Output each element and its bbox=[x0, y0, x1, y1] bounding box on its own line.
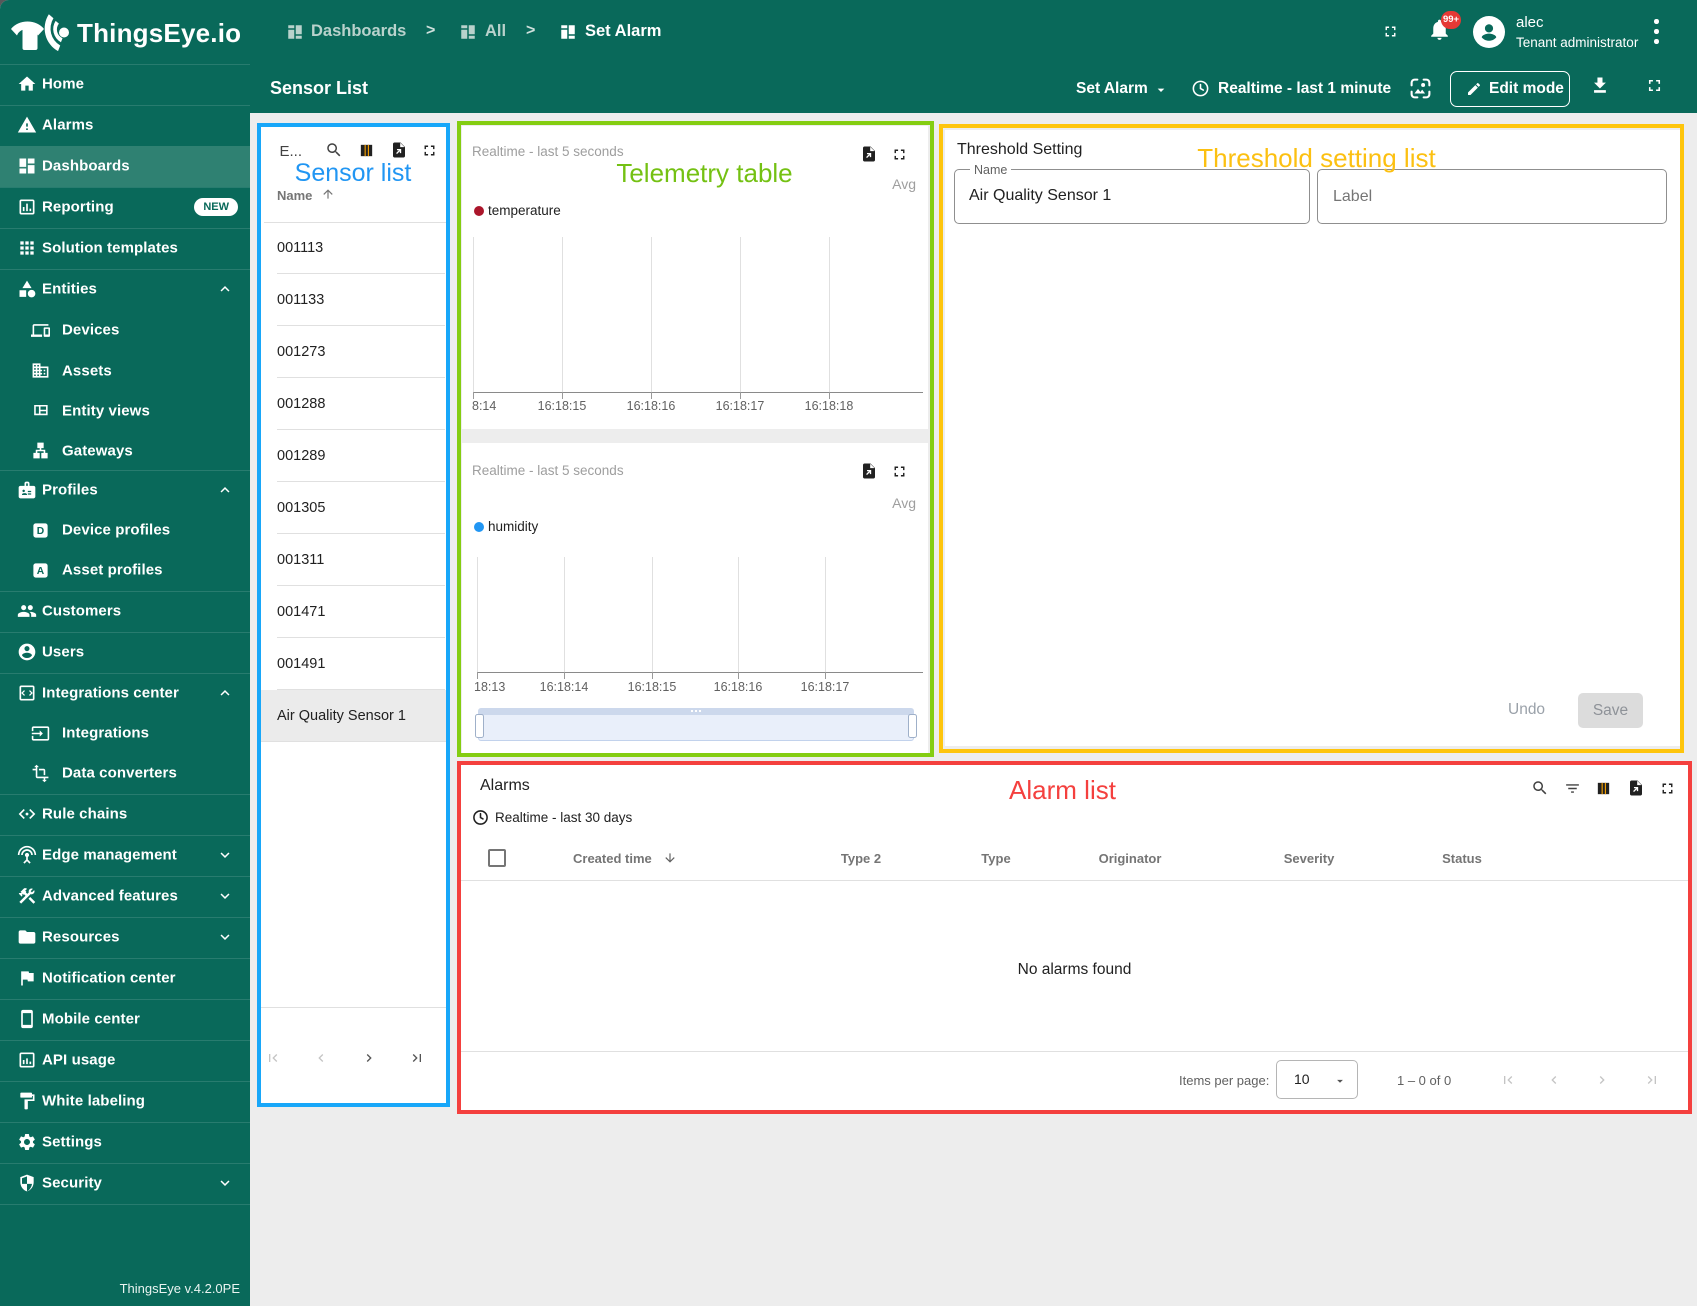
svg-text:D: D bbox=[37, 526, 44, 537]
svg-text:A: A bbox=[37, 566, 45, 577]
